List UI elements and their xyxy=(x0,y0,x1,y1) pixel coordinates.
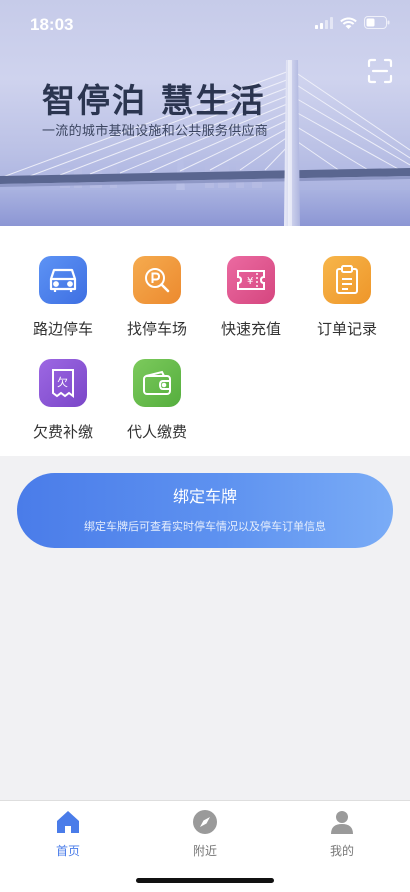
arrears-receipt-icon: 欠 xyxy=(39,359,87,407)
service-label: 找停车场 xyxy=(126,320,187,338)
bind-plate-description: 绑定车牌后可查看实时停车情况以及停车订单信息 xyxy=(84,520,326,533)
hero-subtitle: 一流的城市基础设施和公共服务供应商 xyxy=(42,124,269,139)
wallet-icon xyxy=(133,359,181,407)
battery-icon xyxy=(364,16,390,29)
service-label: 快速充值 xyxy=(220,320,281,338)
wifi-icon xyxy=(340,17,357,29)
service-roadside-parking[interactable]: 路边停车 xyxy=(16,256,110,339)
svg-text:欠: 欠 xyxy=(57,375,68,389)
signal-icon xyxy=(315,16,333,29)
clipboard-icon xyxy=(323,256,371,304)
tab-home[interactable]: 首页 xyxy=(28,809,108,859)
service-label: 欠费补缴 xyxy=(32,423,93,441)
service-pay-for-others[interactable]: 代人缴费 xyxy=(110,359,204,442)
tab-mine[interactable]: 我的 xyxy=(302,809,382,859)
tab-label: 首页 xyxy=(55,844,80,858)
scan-icon xyxy=(367,58,393,84)
user-icon xyxy=(331,811,353,834)
home-icon xyxy=(57,811,79,833)
status-time: 18:03 xyxy=(30,15,74,34)
status-bar: 18:03 xyxy=(0,0,410,48)
bind-plate-title: 绑定车牌 xyxy=(172,487,237,506)
tab-nearby[interactable]: 附近 xyxy=(165,809,245,859)
home-indicator xyxy=(136,878,274,883)
service-label: 代人缴费 xyxy=(126,423,187,441)
bind-plate-button[interactable]: 绑定车牌 绑定车牌后可查看实时停车情况以及停车订单信息 xyxy=(17,473,393,548)
hero-banner: 18:03 智停泊 慧生活 一流的城市基础设施和公共服务供应商 xyxy=(0,0,410,226)
service-label: 路边停车 xyxy=(32,320,93,338)
service-find-parking-lot[interactable]: 找停车场 xyxy=(110,256,204,339)
parking-search-icon xyxy=(133,256,181,304)
tab-label: 附近 xyxy=(192,844,217,858)
car-icon xyxy=(39,256,87,304)
compass-icon xyxy=(193,810,217,834)
service-arrears-payment[interactable]: 欠 欠费补缴 xyxy=(16,359,110,442)
services-grid: 路边停车 找停车场 ¥ 快速充值 订单记录 欠 欠费补缴 代人缴费 xyxy=(0,226,410,456)
yuan-ticket-icon: ¥ xyxy=(227,256,275,304)
service-quick-recharge[interactable]: ¥ 快速充值 xyxy=(204,256,298,339)
svg-text:¥: ¥ xyxy=(247,276,253,287)
service-label: 订单记录 xyxy=(316,320,377,338)
hero-title: 智停泊 慧生活 xyxy=(42,81,266,120)
scan-button[interactable] xyxy=(367,58,393,84)
tab-label: 我的 xyxy=(329,844,354,858)
service-order-records[interactable]: 订单记录 xyxy=(300,256,394,339)
